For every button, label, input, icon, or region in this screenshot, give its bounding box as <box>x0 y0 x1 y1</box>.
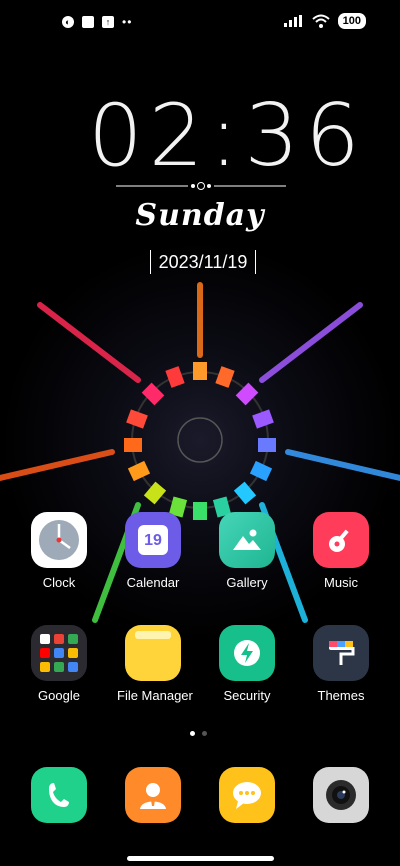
folder-google[interactable]: Google <box>23 625 95 703</box>
app-clock[interactable]: Clock <box>23 512 95 590</box>
paint-roller-icon <box>313 625 369 681</box>
app-label: File Manager <box>117 688 193 703</box>
app-label: Security <box>223 688 271 703</box>
app-security[interactable]: Security <box>211 625 283 703</box>
dock-camera[interactable] <box>305 767 377 823</box>
google-folder-icon <box>31 625 87 681</box>
app-label: Calendar <box>126 575 180 590</box>
folder-icon <box>125 625 181 681</box>
page-dot-active <box>190 731 195 736</box>
dock-phone[interactable] <box>23 767 95 823</box>
app-label: Gallery <box>226 575 268 590</box>
page-dot <box>202 731 207 736</box>
app-label: Music <box>324 575 358 590</box>
upload-icon: ↑ <box>102 16 114 28</box>
phone-icon <box>31 767 87 823</box>
dock-messages[interactable] <box>211 767 283 823</box>
app-label: Themes <box>317 688 365 703</box>
system-icons: 100 <box>283 13 366 29</box>
more-notifications-icon: •• <box>122 15 133 29</box>
wifi-icon <box>311 14 330 28</box>
battery-indicator: 100 <box>337 13 366 29</box>
signal-icon <box>283 15 302 27</box>
app-music[interactable]: Music <box>305 512 377 590</box>
clock-divider <box>116 182 286 190</box>
shield-icon <box>219 625 275 681</box>
app-label: Clock <box>42 575 76 590</box>
gallery-icon <box>219 512 275 568</box>
clock-icon <box>31 512 87 568</box>
status-bar: ◐ ↑ •• 100 <box>0 0 400 44</box>
camera-icon <box>313 767 369 823</box>
calendar-icon: 19 <box>125 512 181 568</box>
app-file-manager[interactable]: File Manager <box>117 625 193 703</box>
music-icon <box>313 512 369 568</box>
calendar-date-badge: 19 <box>138 525 168 555</box>
app-calendar[interactable]: 19 Calendar <box>117 512 189 590</box>
time-display: 02:36 <box>88 86 366 186</box>
app-notification-icon: ◐ <box>62 16 74 28</box>
day-of-week: Sunday <box>135 198 265 233</box>
clock-widget[interactable]: 02:36 <box>88 86 366 186</box>
date-display: 2023/11/19 <box>150 250 256 274</box>
app-gallery[interactable]: Gallery <box>211 512 283 590</box>
page-indicator[interactable] <box>190 731 207 736</box>
app-themes[interactable]: Themes <box>305 625 377 703</box>
app-label: Google <box>38 688 80 703</box>
home-indicator[interactable] <box>127 856 274 861</box>
dock-contacts[interactable] <box>117 767 189 823</box>
messages-icon <box>219 767 275 823</box>
notification-icons: ◐ ↑ •• <box>62 15 132 29</box>
square-notification-icon <box>82 16 94 28</box>
contacts-icon <box>125 767 181 823</box>
